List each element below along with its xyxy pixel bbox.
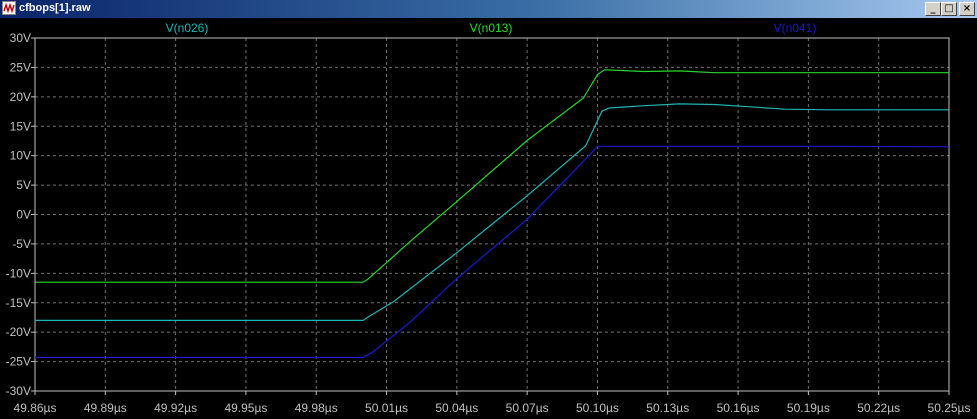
x-tick-label: 49.89µs bbox=[84, 401, 127, 415]
x-tick-label: 50.16µs bbox=[717, 401, 760, 415]
legend-label-vn013[interactable]: V(n013) bbox=[470, 21, 513, 35]
legend-label-vn041[interactable]: V(n041) bbox=[774, 21, 817, 35]
window-title: cfbops[1].raw bbox=[19, 2, 91, 14]
y-tick-label: 5V bbox=[16, 178, 31, 192]
x-tick-label: 50.01µs bbox=[365, 401, 408, 415]
x-tick-label: 50.13µs bbox=[646, 401, 689, 415]
y-tick-label: 25V bbox=[10, 60, 31, 74]
x-tick-label: 50.07µs bbox=[506, 401, 549, 415]
waveform-app-icon bbox=[2, 1, 16, 15]
y-tick-label: 10V bbox=[10, 149, 31, 163]
x-tick-label: 50.22µs bbox=[857, 401, 900, 415]
x-tick-label: 50.19µs bbox=[787, 401, 830, 415]
waveform-chart[interactable]: 49.86µs 49.89µs 49.92µs 49.95µs 49.98µs 50.01… bbox=[0, 18, 977, 419]
window-titlebar: cfbops[1].raw _ □ × bbox=[0, 0, 977, 18]
y-tick-label: -20V bbox=[6, 325, 31, 339]
series-line-vn013 bbox=[35, 69, 949, 283]
close-button[interactable]: × bbox=[959, 2, 975, 16]
y-tick-label: -10V bbox=[6, 266, 31, 280]
y-tick-label: -25V bbox=[6, 355, 31, 369]
y-tick-label: -30V bbox=[6, 384, 31, 398]
y-tick-label: 30V bbox=[10, 31, 31, 45]
y-tick-label: 15V bbox=[10, 119, 31, 133]
x-tick-label: 49.86µs bbox=[14, 401, 57, 415]
series-line-vn041 bbox=[35, 145, 950, 359]
y-tick-label: -15V bbox=[6, 296, 31, 310]
x-tick-label: 50.10µs bbox=[576, 401, 619, 415]
series-layer bbox=[35, 69, 950, 359]
minimize-button[interactable]: _ bbox=[925, 2, 941, 16]
y-tick-label: 0V bbox=[16, 208, 31, 222]
series-line-vn026 bbox=[35, 103, 949, 321]
y-tick-label: -5V bbox=[12, 237, 31, 251]
x-tick-label: 49.92µs bbox=[154, 401, 197, 415]
x-tick-label: 50.25µs bbox=[928, 401, 971, 415]
legend-label-vn026[interactable]: V(n026) bbox=[166, 21, 209, 35]
y-tick-label: 20V bbox=[10, 90, 31, 104]
grid bbox=[35, 38, 949, 391]
x-tick-label: 50.04µs bbox=[435, 401, 478, 415]
maximize-button[interactable]: □ bbox=[941, 2, 957, 16]
legend[interactable]: V(n026) V(n013) V(n041) bbox=[166, 21, 817, 35]
x-tick-label: 49.95µs bbox=[224, 401, 267, 415]
plot-pane[interactable]: 49.86µs 49.89µs 49.92µs 49.95µs 49.98µs 50.01… bbox=[0, 18, 977, 419]
x-tick-label: 49.98µs bbox=[295, 401, 338, 415]
plot-frame bbox=[31, 37, 950, 395]
